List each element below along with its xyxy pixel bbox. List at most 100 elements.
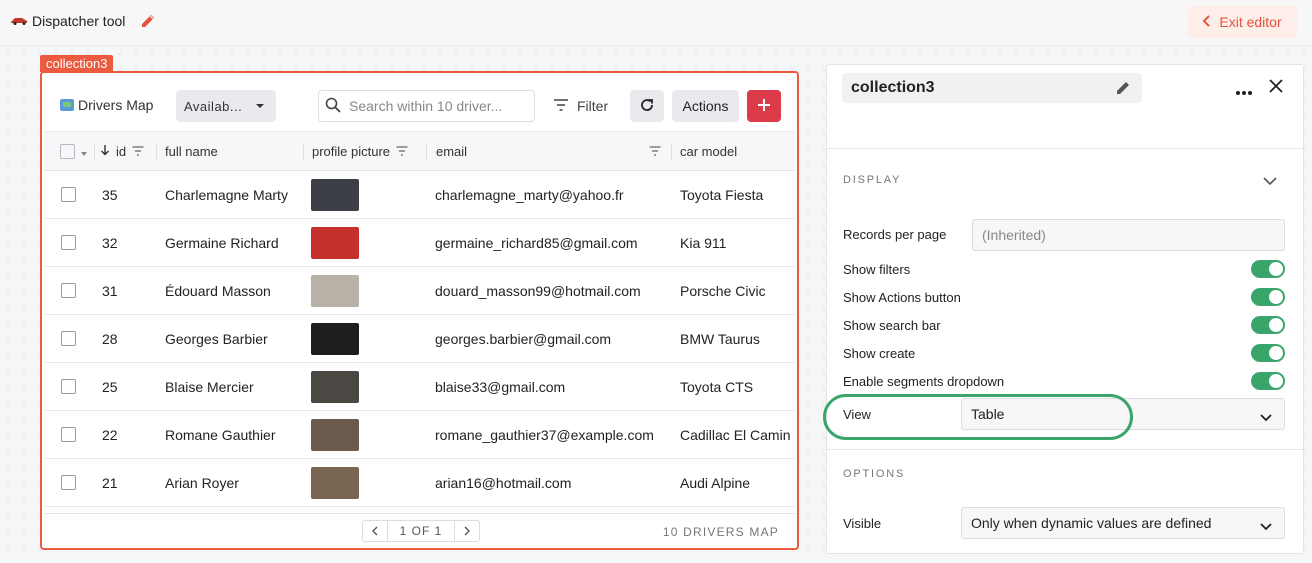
more-options-icon[interactable] bbox=[1235, 83, 1253, 99]
refresh-button[interactable] bbox=[630, 90, 664, 122]
records-count: 10 DRIVERS MAP bbox=[662, 525, 779, 539]
cell-id: 28 bbox=[102, 330, 118, 347]
table-row[interactable]: 21 Arian Royer arian16@hotmail.com Audi Alp… bbox=[44, 459, 795, 507]
cell-id: 22 bbox=[102, 426, 118, 443]
select-all-checkbox[interactable] bbox=[60, 144, 75, 159]
filter-icon bbox=[553, 98, 569, 114]
profile-picture-thumbnail[interactable] bbox=[311, 322, 359, 355]
column-header-id[interactable]: id bbox=[100, 132, 144, 171]
profile-picture-thumbnail[interactable] bbox=[311, 418, 359, 451]
toggle-label: Show Actions button bbox=[843, 290, 961, 305]
table-row[interactable]: 22 Romane Gauthier romane_gauthier37@examp… bbox=[44, 411, 795, 459]
table-row[interactable]: 31 Édouard Masson douard_masson99@hotmail.… bbox=[44, 267, 795, 315]
cell-id: 35 bbox=[102, 186, 118, 203]
toggle-switch[interactable] bbox=[1251, 260, 1285, 278]
search-icon bbox=[325, 97, 341, 116]
toggle-switch[interactable] bbox=[1251, 316, 1285, 334]
row-checkbox[interactable] bbox=[61, 187, 76, 202]
filter-label: Filter bbox=[577, 98, 609, 114]
caret-down-icon[interactable] bbox=[81, 144, 87, 159]
add-record-button[interactable] bbox=[747, 90, 781, 122]
filter-icon[interactable] bbox=[396, 144, 408, 159]
profile-picture-thumbnail[interactable] bbox=[311, 178, 359, 211]
table-body: 35 Charlemagne Marty charlemagne_marty@yah… bbox=[44, 171, 795, 507]
previous-page-button[interactable] bbox=[363, 521, 387, 541]
search-box[interactable] bbox=[318, 90, 535, 122]
toggle-switch[interactable] bbox=[1251, 288, 1285, 306]
cell-full-name: Georges Barbier bbox=[165, 330, 268, 347]
table-row[interactable]: 28 Georges Barbier georges.barbier@gmail.c… bbox=[44, 315, 795, 363]
table-row[interactable]: 35 Charlemagne Marty charlemagne_marty@yah… bbox=[44, 171, 795, 219]
profile-picture-thumbnail[interactable] bbox=[311, 370, 359, 403]
next-page-button[interactable] bbox=[455, 521, 479, 541]
table-footer: 1 OF 1 10 DRIVERS MAP bbox=[44, 513, 795, 546]
row-checkbox[interactable] bbox=[61, 427, 76, 442]
filter-icon[interactable] bbox=[132, 144, 144, 159]
cell-id: 31 bbox=[102, 282, 118, 299]
cell-car-model: Porsche Civic bbox=[680, 282, 766, 299]
page-indicator: 1 OF 1 bbox=[387, 521, 455, 541]
column-label-profile-picture: profile picture bbox=[312, 144, 391, 159]
cell-car-model: Kia 911 bbox=[680, 234, 727, 251]
cell-email: douard_masson99@hotmail.com bbox=[435, 282, 641, 299]
column-header-email[interactable]: email bbox=[436, 132, 467, 171]
chevron-down-icon[interactable] bbox=[1263, 172, 1277, 188]
row-checkbox[interactable] bbox=[61, 379, 76, 394]
cell-full-name: Charlemagne Marty bbox=[165, 186, 288, 203]
filter-button[interactable]: Filter bbox=[553, 90, 615, 122]
email-filter[interactable] bbox=[649, 132, 661, 171]
profile-picture-thumbnail[interactable] bbox=[311, 274, 359, 307]
records-per-page-input[interactable]: (Inherited) bbox=[972, 219, 1285, 251]
row-checkbox[interactable] bbox=[61, 331, 76, 346]
caret-down-icon bbox=[256, 104, 264, 108]
filter-icon[interactable] bbox=[649, 144, 661, 159]
segment-dropdown[interactable]: Availab... bbox=[176, 90, 276, 122]
toggle-label: Show create bbox=[843, 346, 916, 361]
row-checkbox[interactable] bbox=[61, 235, 76, 250]
view-select[interactable]: Table bbox=[961, 398, 1285, 430]
chevron-down-icon bbox=[1260, 518, 1272, 534]
plus-icon bbox=[757, 98, 771, 115]
profile-picture-thumbnail[interactable] bbox=[311, 226, 359, 259]
toggle-label: Enable segments dropdown bbox=[843, 374, 1005, 389]
pagination: 1 OF 1 bbox=[362, 520, 480, 542]
pencil-icon[interactable] bbox=[139, 12, 157, 30]
collection-tag[interactable]: collection3 bbox=[40, 55, 114, 72]
map-icon bbox=[60, 99, 74, 111]
visible-label: Visible bbox=[843, 516, 882, 531]
close-icon[interactable] bbox=[1268, 78, 1284, 97]
row-checkbox[interactable] bbox=[61, 475, 76, 490]
actions-button[interactable]: Actions bbox=[672, 90, 739, 122]
top-bar: Dispatcher tool Exit editor bbox=[0, 0, 1312, 46]
table-header: id full name profile picture email car m… bbox=[44, 131, 795, 171]
column-label-full-name: full name bbox=[165, 144, 218, 159]
pencil-icon[interactable] bbox=[1114, 79, 1132, 102]
cell-car-model: Audi Alpine bbox=[680, 474, 751, 491]
column-header-full-name[interactable]: full name bbox=[165, 132, 218, 171]
table-row[interactable]: 25 Blaise Mercier blaise33@gmail.com Toyota… bbox=[44, 363, 795, 411]
column-header-car-model[interactable]: car model bbox=[680, 132, 737, 171]
cell-id: 25 bbox=[102, 378, 118, 395]
column-label-id: id bbox=[116, 144, 127, 159]
row-checkbox[interactable] bbox=[61, 283, 76, 298]
toggle-switch[interactable] bbox=[1251, 344, 1285, 362]
table-row[interactable]: 32 Germaine Richard germaine_richard85@gma… bbox=[44, 219, 795, 267]
profile-picture-thumbnail[interactable] bbox=[311, 466, 359, 499]
toggle-switch[interactable] bbox=[1251, 372, 1285, 390]
cell-email: blaise33@gmail.com bbox=[435, 378, 566, 395]
visible-select[interactable]: Only when dynamic values are defined bbox=[961, 507, 1285, 539]
column-header-profile-picture[interactable]: profile picture bbox=[312, 132, 408, 171]
segment-value: Availab... bbox=[184, 98, 243, 114]
collection-block[interactable]: Drivers Map Availab... Filter bbox=[40, 71, 799, 550]
visible-value: Only when dynamic values are defined bbox=[971, 515, 1212, 531]
chevron-down-icon bbox=[1260, 409, 1272, 425]
select-all[interactable] bbox=[60, 132, 87, 171]
search-input[interactable] bbox=[349, 98, 524, 114]
cell-id: 21 bbox=[102, 474, 118, 491]
block-name-field[interactable]: collection3 bbox=[842, 73, 1142, 103]
exit-editor-button[interactable]: Exit editor bbox=[1188, 6, 1297, 38]
app-title: Dispatcher tool bbox=[10, 13, 125, 29]
column-label-car-model: car model bbox=[680, 144, 738, 159]
cell-full-name: Arian Royer bbox=[165, 474, 239, 491]
chevron-left-icon bbox=[1202, 14, 1211, 30]
